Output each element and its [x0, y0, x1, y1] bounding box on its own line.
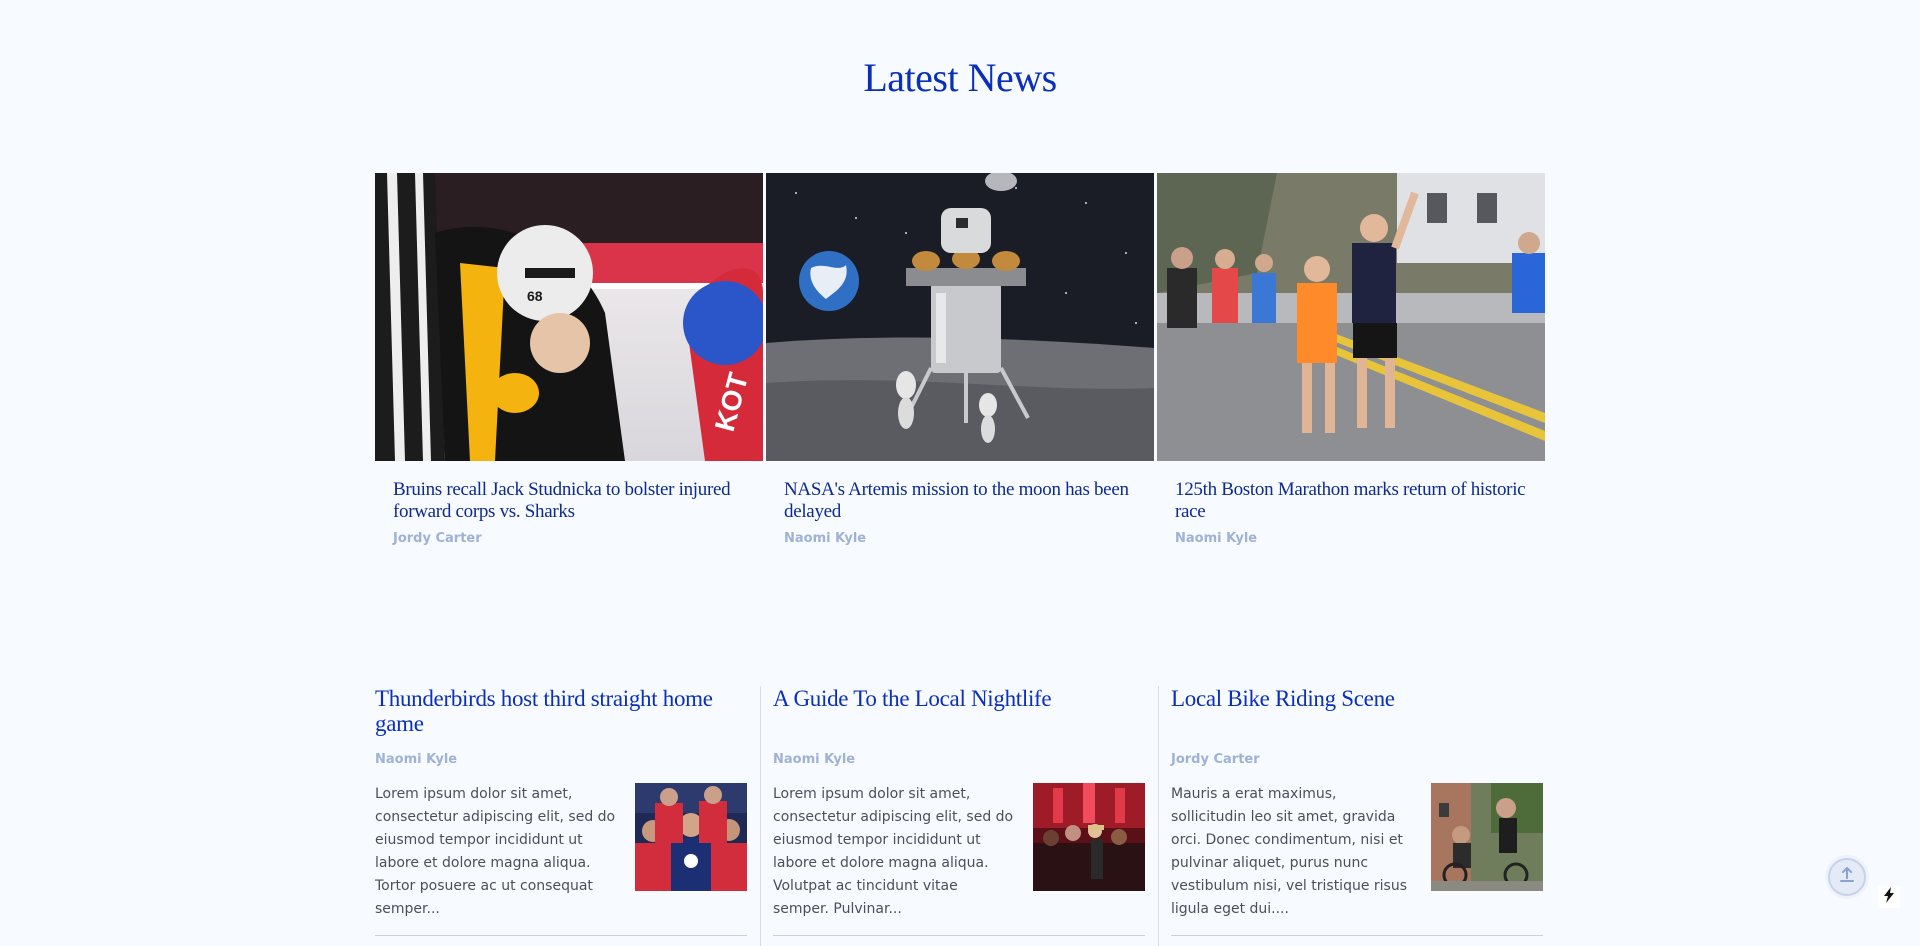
nightclub-crowd-photo[interactable] [1033, 783, 1145, 891]
list-item[interactable]: Thunderbirds host third straight home ga… [375, 686, 747, 936]
author-name[interactable]: Naomi Kyle [375, 752, 747, 767]
list-item[interactable]: A Guide To the Local Nightlife Naomi Kyl… [760, 686, 1145, 946]
author-name[interactable]: Jordy Carter [393, 531, 745, 546]
divider [375, 935, 747, 936]
author-name[interactable]: Naomi Kyle [784, 531, 1136, 546]
lightning-bolt-icon [1882, 886, 1896, 908]
divider [773, 935, 1145, 936]
hockey-team-photo[interactable] [635, 783, 747, 891]
author-name[interactable]: Jordy Carter [1171, 752, 1543, 767]
featured-card[interactable]: 68 KOT Bruins recall Jack Studnicka to b… [375, 173, 763, 546]
featured-stories: 68 KOT Bruins recall Jack Studnicka to b… [375, 173, 1545, 546]
article-excerpt: Mauris a erat maximus, sollicitudin leo … [1171, 786, 1408, 917]
author-name[interactable]: Naomi Kyle [773, 752, 1145, 767]
featured-card[interactable]: 125th Boston Marathon marks return of hi… [1157, 173, 1545, 546]
hockey-faceoff-photo[interactable]: 68 KOT [375, 173, 763, 461]
arrow-up-icon [1837, 865, 1857, 890]
lightning-bolt-button[interactable] [1878, 886, 1900, 908]
lunar-lander-render[interactable] [766, 173, 1154, 461]
article-headline[interactable]: A Guide To the Local Nightlife [773, 686, 1145, 752]
article-list: Thunderbirds host third straight home ga… [375, 686, 1545, 946]
svg-text:68: 68 [527, 288, 543, 304]
article-headline[interactable]: Local Bike Riding Scene [1171, 686, 1543, 752]
featured-headline[interactable]: 125th Boston Marathon marks return of hi… [1175, 479, 1527, 523]
bike-riders-photo[interactable] [1431, 783, 1543, 891]
marathon-runners-photo[interactable] [1157, 173, 1545, 461]
featured-headline[interactable]: NASA's Artemis mission to the moon has b… [784, 479, 1136, 523]
section-title: Latest News [863, 55, 1057, 100]
scroll-to-top-button[interactable] [1828, 858, 1866, 896]
featured-card[interactable]: NASA's Artemis mission to the moon has b… [766, 173, 1154, 546]
article-excerpt: Lorem ipsum dolor sit amet, consectetur … [773, 786, 1014, 917]
list-item[interactable]: Local Bike Riding Scene Jordy Carter Mau… [1158, 686, 1543, 946]
divider [1171, 935, 1543, 936]
article-excerpt: Lorem ipsum dolor sit amet, consectetur … [375, 786, 616, 917]
article-headline[interactable]: Thunderbirds host third straight home ga… [375, 686, 747, 752]
featured-headline[interactable]: Bruins recall Jack Studnicka to bolster … [393, 479, 745, 523]
author-name[interactable]: Naomi Kyle [1175, 531, 1527, 546]
